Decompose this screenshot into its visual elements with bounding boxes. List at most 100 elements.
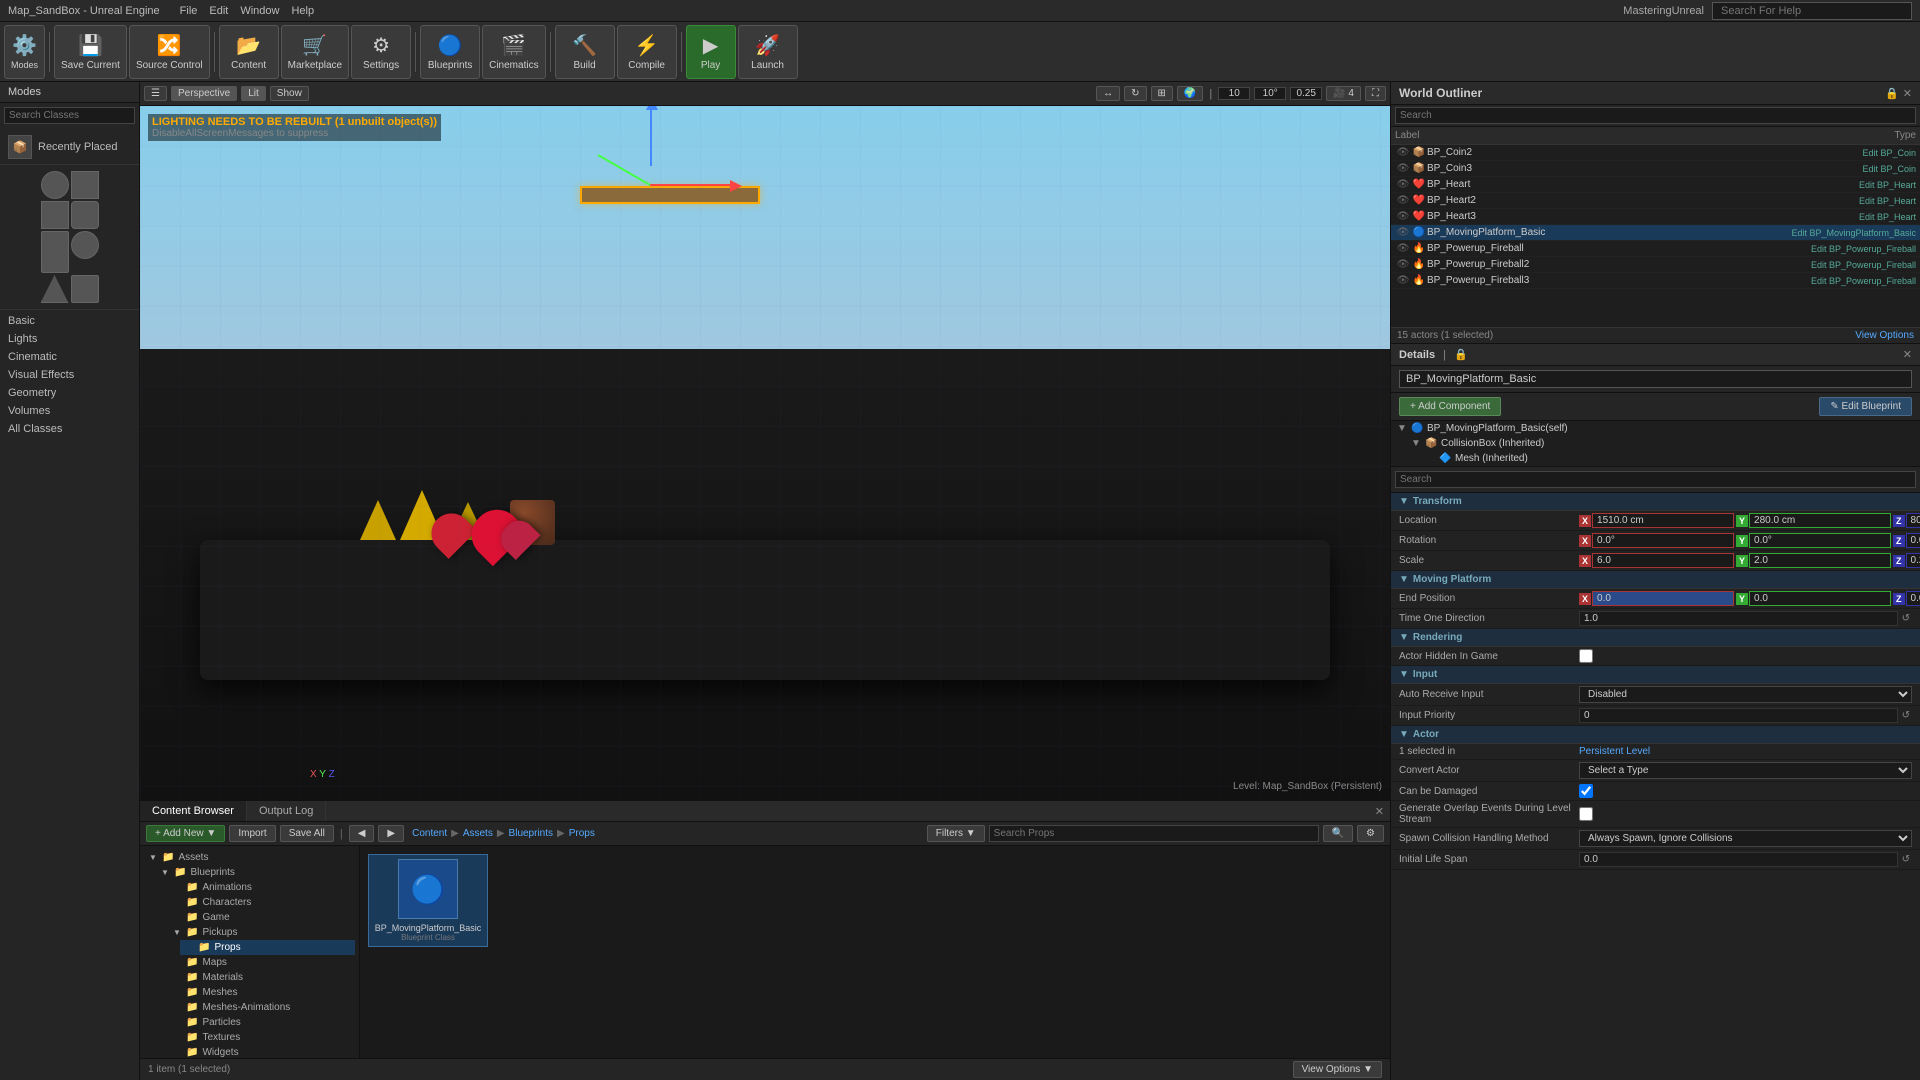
mode-volumes[interactable]: Volumes — [0, 402, 139, 420]
actor-type[interactable]: Edit BP_Powerup_Fireball — [1716, 244, 1916, 254]
filters-button[interactable]: Filters ▼ — [927, 825, 985, 842]
save-current-button[interactable]: 💾 Save Current — [54, 25, 127, 79]
source-control-button[interactable]: 🔀 Source Control — [129, 25, 210, 79]
mode-basic[interactable]: Basic — [0, 312, 139, 330]
nav-back-button[interactable]: ◀ — [349, 825, 375, 842]
tree-pickups[interactable]: ▼ 📁 Pickups — [168, 925, 355, 940]
convert-actor-select[interactable]: Select a Type — [1579, 762, 1912, 779]
scale-y[interactable] — [1749, 553, 1891, 568]
actor-type[interactable]: Edit BP_MovingPlatform_Basic — [1716, 228, 1916, 238]
add-new-button[interactable]: + Add New ▼ — [146, 825, 225, 842]
tree-widgets[interactable]: 📁 Widgets — [168, 1045, 355, 1058]
visibility-icon[interactable]: 👁 — [1395, 163, 1411, 174]
wo-close-icon[interactable]: ✕ — [1903, 87, 1912, 100]
scale-snap-input[interactable] — [1290, 87, 1322, 100]
marketplace-button[interactable]: 🛒 Marketplace — [281, 25, 349, 79]
save-all-button[interactable]: Save All — [280, 825, 334, 842]
dp-tree-collision[interactable]: ▼ 📦 CollisionBox (Inherited) — [1405, 436, 1920, 451]
auto-receive-select[interactable]: Disabled — [1579, 686, 1912, 703]
tab-output-log[interactable]: Output Log — [247, 801, 326, 821]
scale-btn[interactable]: ⊞ — [1151, 86, 1173, 101]
cb-options-btn[interactable]: ⚙ — [1357, 825, 1384, 842]
visibility-icon[interactable]: 👁 — [1395, 179, 1411, 190]
maximize-btn[interactable]: ⛶ — [1365, 86, 1386, 101]
bc-content[interactable]: Content — [412, 828, 447, 839]
asset-bp-moving-platform[interactable]: 🔵 BP_MovingPlatform_Basic Blueprint Clas… — [368, 854, 488, 947]
search-classes-input[interactable] — [4, 107, 135, 124]
tree-meshes[interactable]: 📁 Meshes — [168, 985, 355, 1000]
scale-x[interactable] — [1592, 553, 1734, 568]
scale-z[interactable] — [1906, 553, 1920, 568]
rotation-z[interactable] — [1906, 533, 1920, 548]
spawn-collision-select[interactable]: Always Spawn, Ignore Collisions — [1579, 830, 1912, 847]
actor-type[interactable]: Edit BP_Coin — [1716, 148, 1916, 158]
input-priority-reset[interactable]: ↺ — [1900, 710, 1912, 721]
mode-all-classes[interactable]: All Classes — [0, 420, 139, 438]
visibility-icon[interactable]: 👁 — [1395, 147, 1411, 158]
mode-recently-placed[interactable]: 📦 Recently Placed — [0, 132, 139, 162]
camera-speed-btn[interactable]: 🎥 4 — [1326, 86, 1361, 101]
show-btn[interactable]: Show — [270, 86, 309, 101]
wo-lock-icon[interactable]: 🔒 — [1885, 87, 1899, 100]
build-button[interactable]: 🔨 Build — [555, 25, 615, 79]
asset-content-area[interactable]: 🔵 BP_MovingPlatform_Basic Blueprint Clas… — [360, 846, 1390, 1058]
actor-type[interactable]: Edit BP_Coin — [1716, 164, 1916, 174]
wo-actor-bp-fireball2[interactable]: 👁 🔥 BP_Powerup_Fireball2 Edit BP_Powerup… — [1391, 257, 1920, 273]
wo-actor-bp-coin2[interactable]: 👁 📦 BP_Coin2 Edit BP_Coin — [1391, 145, 1920, 161]
compile-button[interactable]: ⚡ Compile — [617, 25, 677, 79]
mode-geometry[interactable]: Geometry — [0, 384, 139, 402]
menu-window[interactable]: Window — [240, 5, 279, 17]
actor-type[interactable]: Edit BP_Powerup_Fireball — [1716, 260, 1916, 270]
modes-button[interactable]: ⚙️ Modes — [4, 25, 45, 79]
visibility-icon[interactable]: 👁 — [1395, 275, 1411, 286]
rotation-y[interactable] — [1749, 533, 1891, 548]
tree-animations[interactable]: 📁 Animations — [168, 880, 355, 895]
details-lock-icon[interactable]: 🔒 — [1454, 348, 1468, 361]
tree-particles[interactable]: 📁 Particles — [168, 1015, 355, 1030]
menu-help[interactable]: Help — [291, 5, 314, 17]
location-z[interactable] — [1906, 513, 1920, 528]
settings-button[interactable]: ⚙ Settings — [351, 25, 411, 79]
tree-blueprints[interactable]: ▼ 📁 Blueprints — [156, 865, 355, 880]
rendering-header[interactable]: ▼ Rendering — [1391, 629, 1920, 647]
rotation-x[interactable] — [1592, 533, 1734, 548]
can-be-damaged-checkbox[interactable] — [1579, 784, 1593, 798]
mode-lights[interactable]: Lights — [0, 330, 139, 348]
edit-blueprint-button[interactable]: ✎ Edit Blueprint — [1819, 397, 1912, 416]
nav-forward-button[interactable]: ▶ — [378, 825, 404, 842]
details-search-input[interactable] — [1395, 471, 1916, 488]
wo-actor-bp-coin3[interactable]: 👁 📦 BP_Coin3 Edit BP_Coin — [1391, 161, 1920, 177]
bc-blueprints[interactable]: Blueprints — [509, 828, 553, 839]
cinematics-button[interactable]: 🎬 Cinematics — [482, 25, 545, 79]
tree-characters[interactable]: 📁 Characters — [168, 895, 355, 910]
viewport-container[interactable]: LIGHTING NEEDS TO BE REBUILT (1 unbuilt … — [140, 106, 1390, 800]
view-options-button[interactable]: View Options ▼ — [1293, 1061, 1382, 1078]
actor-name-input[interactable] — [1399, 370, 1912, 388]
time-one-direction-input[interactable] — [1579, 611, 1898, 626]
life-span-reset[interactable]: ↺ — [1900, 854, 1912, 865]
world-local-btn[interactable]: 🌍 — [1177, 86, 1203, 101]
tree-meshes-animations[interactable]: 📁 Meshes-Animations — [168, 1000, 355, 1015]
rotate-btn[interactable]: ↻ — [1124, 86, 1146, 101]
tree-props[interactable]: 📁 Props — [180, 940, 355, 955]
launch-button[interactable]: 🚀 Launch — [738, 25, 798, 79]
input-priority-input[interactable] — [1579, 708, 1898, 723]
actor-hidden-checkbox[interactable] — [1579, 649, 1593, 663]
wo-actor-bp-fireball3[interactable]: 👁 🔥 BP_Powerup_Fireball3 Edit BP_Powerup… — [1391, 273, 1920, 289]
bc-props[interactable]: Props — [569, 828, 595, 839]
visibility-icon[interactable]: 👁 — [1395, 259, 1411, 270]
initial-life-span-input[interactable] — [1579, 852, 1898, 867]
view-options-link[interactable]: View Options — [1855, 330, 1914, 341]
tab-content-browser[interactable]: Content Browser — [140, 801, 247, 821]
time-one-dir-reset[interactable]: ↺ — [1900, 613, 1912, 624]
tree-assets[interactable]: ▼ 📁 Assets — [144, 850, 355, 865]
moving-platform-header[interactable]: ▼ Moving Platform — [1391, 571, 1920, 589]
wo-actor-bp-fireball[interactable]: 👁 🔥 BP_Powerup_Fireball Edit BP_Powerup_… — [1391, 241, 1920, 257]
location-x[interactable] — [1592, 513, 1734, 528]
tree-game[interactable]: 📁 Game — [168, 910, 355, 925]
angle-snap-input[interactable] — [1254, 87, 1286, 100]
import-button[interactable]: Import — [229, 825, 275, 842]
visibility-icon[interactable]: 👁 — [1395, 227, 1411, 238]
actor-type[interactable]: Edit BP_Heart — [1716, 180, 1916, 190]
input-header[interactable]: ▼ Input — [1391, 666, 1920, 684]
